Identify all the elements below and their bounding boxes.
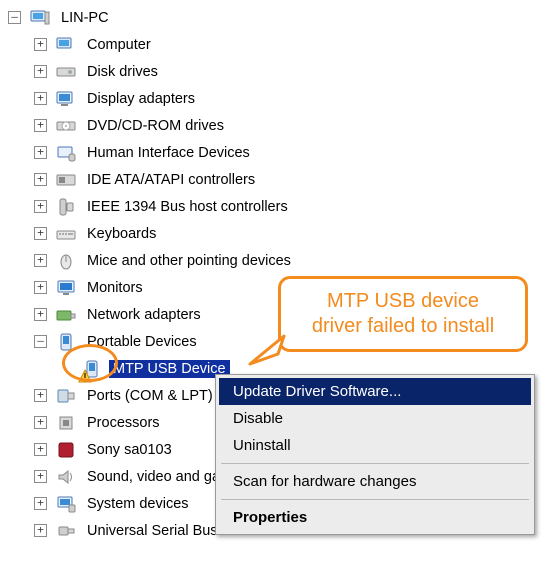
collapse-icon[interactable]: – [8,11,21,24]
sony-device-icon [55,439,77,461]
collapse-icon[interactable]: – [34,335,47,348]
annotation-callout: MTP USB device driver failed to install [278,276,528,352]
expand-icon[interactable]: + [34,470,47,483]
menu-item-properties[interactable]: Properties [219,504,531,531]
menu-item-disable[interactable]: Disable [219,405,531,432]
expand-icon[interactable]: + [34,200,47,213]
expand-icon[interactable]: + [34,146,47,159]
tree-label: Computer [83,36,155,54]
warning-overlay-icon [78,369,92,383]
expand-icon[interactable]: + [34,497,47,510]
network-adapter-icon [55,304,77,326]
expand-icon[interactable]: + [34,173,47,186]
expand-icon[interactable]: + [34,65,47,78]
ports-icon [55,385,77,407]
sound-icon [55,466,77,488]
expand-icon[interactable]: + [34,389,47,402]
disk-drive-icon [55,61,77,83]
portable-device-icon [55,331,77,353]
tree-label: Sony sa0103 [83,441,176,459]
expand-icon[interactable]: + [34,416,47,429]
tree-label: IDE ATA/ATAPI controllers [83,171,259,189]
tree-label: Disk drives [83,63,162,81]
callout-line1: MTP USB device [299,289,507,314]
ide-controller-icon [55,169,77,191]
expand-icon[interactable]: + [34,443,47,456]
tree-label: System devices [83,495,193,513]
menu-item-update-driver[interactable]: Update Driver Software... [219,378,531,405]
tree-label: IEEE 1394 Bus host controllers [83,198,292,216]
tree-category-hid[interactable]: + Human Interface Devices [8,139,547,166]
dvd-drive-icon [55,115,77,137]
tree-label: Keyboards [83,225,160,243]
tree-label: Human Interface Devices [83,144,254,162]
tree-category-computer[interactable]: + Computer [8,31,547,58]
tree-category-mice[interactable]: + Mice and other pointing devices [8,247,547,274]
computer-icon [55,34,77,56]
usb-controller-icon [55,520,77,542]
monitor-icon [55,277,77,299]
tree-category-dvd[interactable]: + DVD/CD-ROM drives [8,112,547,139]
no-expander: + [60,362,73,375]
expand-icon[interactable]: + [34,38,47,51]
annotation-callout-tail [248,334,286,368]
callout-line2: driver failed to install [299,314,507,339]
expand-icon[interactable]: + [34,227,47,240]
expand-icon[interactable]: + [34,92,47,105]
menu-separator [221,499,529,500]
display-adapter-icon [55,88,77,110]
expand-icon[interactable]: + [34,524,47,537]
tree-label: Ports (COM & LPT) [83,387,217,405]
expand-icon[interactable]: + [34,281,47,294]
tree-category-ide[interactable]: + IDE ATA/ATAPI controllers [8,166,547,193]
tree-label: Portable Devices [83,333,201,351]
tree-label: Processors [83,414,164,432]
tree-category-keyboards[interactable]: + Keyboards [8,220,547,247]
keyboard-icon [55,223,77,245]
tree-label: Mice and other pointing devices [83,252,295,270]
tree-label: Network adapters [83,306,205,324]
firewire-icon [55,196,77,218]
expand-icon[interactable]: + [34,119,47,132]
mouse-icon [55,250,77,272]
hid-icon [55,142,77,164]
tree-label: Monitors [83,279,147,297]
tree-category-display-adapters[interactable]: + Display adapters [8,85,547,112]
processor-icon [55,412,77,434]
menu-separator [221,463,529,464]
tree-root[interactable]: – LIN-PC [8,4,547,31]
menu-item-scan-hardware[interactable]: Scan for hardware changes [219,468,531,495]
expand-icon[interactable]: + [34,254,47,267]
context-menu: Update Driver Software... Disable Uninst… [215,374,535,535]
system-device-icon [55,493,77,515]
expand-icon[interactable]: + [34,308,47,321]
menu-item-uninstall[interactable]: Uninstall [219,432,531,459]
tree-device-label: MTP USB Device [109,360,230,378]
tree-category-1394[interactable]: + IEEE 1394 Bus host controllers [8,193,547,220]
tree-root-label: LIN-PC [57,9,113,27]
portable-device-icon [81,358,103,380]
tree-label: DVD/CD-ROM drives [83,117,228,135]
tree-category-disk-drives[interactable]: + Disk drives [8,58,547,85]
tree-label: Display adapters [83,90,199,108]
computer-root-icon [29,7,51,29]
